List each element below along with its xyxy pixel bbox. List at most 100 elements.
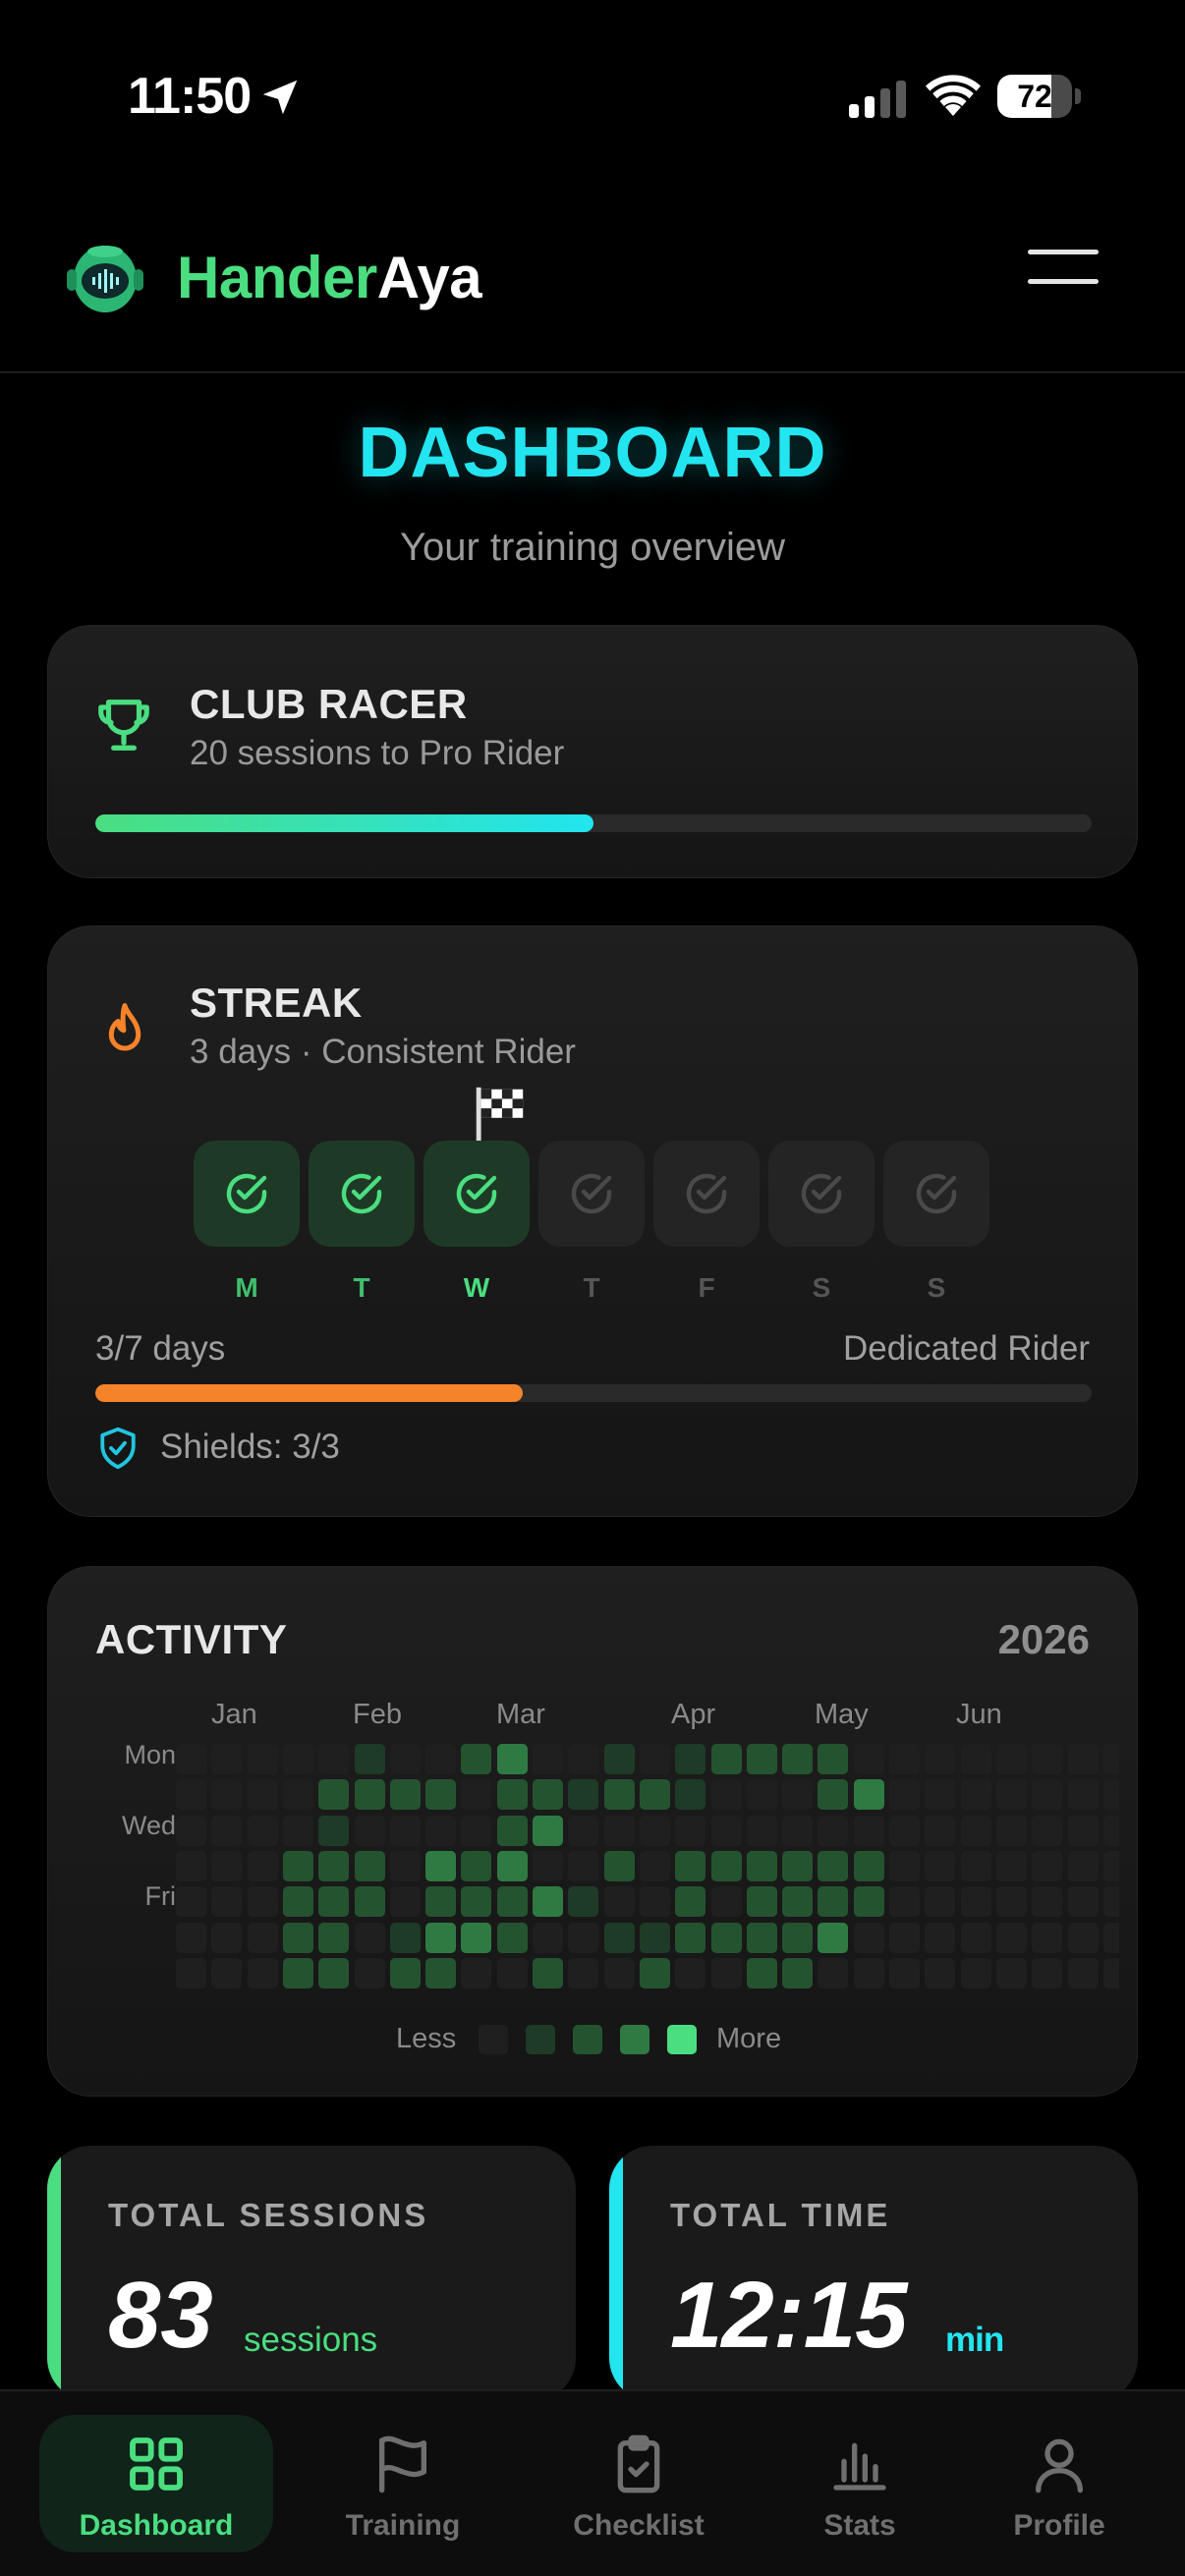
activity-year[interactable]: 2026 [998, 1616, 1090, 1663]
heatmap-cell [639, 1886, 670, 1918]
heatmap-cell [568, 1957, 599, 1988]
heatmap-cell [782, 1815, 814, 1846]
heatmap-cell [461, 1779, 492, 1811]
nav-item-stats[interactable]: Stats [762, 2415, 958, 2552]
heatmap-cell [282, 1957, 313, 1988]
weekday-label: Mon [124, 1740, 176, 1769]
heatmap-cell [533, 1886, 563, 1918]
streak-day-label: F [698, 1272, 715, 1303]
heatmap-cell [710, 1744, 742, 1774]
location-arrow-icon [262, 80, 298, 115]
heatmap-cell [568, 1886, 599, 1918]
heatmap-cell [282, 1922, 313, 1953]
heatmap-cell [247, 1744, 278, 1774]
rank-card[interactable]: CLUB RACER 20 sessions to Pro Rider [47, 625, 1138, 878]
heatmap-cell [710, 1815, 742, 1846]
heatmap-cell [1032, 1922, 1063, 1953]
heatmap-cell [533, 1815, 563, 1846]
heatmap-cell [889, 1779, 920, 1811]
heatmap-cell [889, 1886, 920, 1918]
wifi-icon [926, 75, 981, 116]
rank-subtitle: 20 sessions to Pro Rider [190, 734, 565, 772]
heatmap-cell [818, 1886, 849, 1918]
heatmap-cell [1102, 1922, 1119, 1953]
total-sessions-value: 83 [108, 2263, 213, 2368]
month-label: Apr [671, 1699, 716, 1730]
streak-progress-fill [95, 1384, 523, 1402]
heatmap-cell [568, 1779, 599, 1811]
nav-label: Training [345, 2509, 461, 2542]
streak-day-label: S [812, 1272, 831, 1303]
activity-card: ACTIVITY 2026 Jan Feb Mar Apr May Jun Mon Wed F… [47, 1566, 1138, 2097]
activity-title: ACTIVITY [95, 1616, 288, 1662]
heatmap-cell [389, 1744, 421, 1774]
heatmap-cell [1067, 1779, 1099, 1811]
heatmap-cell [675, 1815, 706, 1846]
heatmap-cell [1032, 1779, 1063, 1811]
heatmap-cell [1067, 1922, 1099, 1953]
heatmap-cell [960, 1815, 991, 1846]
total-time-card[interactable]: TOTAL TIME 12:15 min [609, 2146, 1138, 2401]
heatmap-cell [1067, 1850, 1099, 1881]
heatmap-cell [639, 1922, 670, 1953]
total-time-unit: min [945, 2321, 1004, 2359]
heatmap-cell [1102, 1957, 1119, 1988]
heatmap-cell [1102, 1850, 1119, 1881]
heatmap-cell [318, 1779, 350, 1811]
heatmap-cell [818, 1744, 849, 1774]
heatmap-cell [211, 1815, 243, 1846]
heatmap-cell [782, 1886, 814, 1918]
nav-item-profile[interactable]: Profile [961, 2415, 1157, 2552]
heatmap-cell [496, 1744, 528, 1774]
month-label: Mar [496, 1699, 545, 1730]
heatmap-cell [176, 1744, 206, 1774]
heatmap-cell [568, 1744, 599, 1774]
dashboard-icon [130, 2437, 183, 2491]
streak-day-label: W [463, 1272, 490, 1303]
heatmap-cell [389, 1850, 421, 1881]
heatmap-cell [318, 1850, 350, 1881]
heatmap-cell [746, 1779, 777, 1811]
heatmap-cell [995, 1922, 1027, 1953]
heatmap-cell [1067, 1744, 1099, 1774]
heatmap-cell [889, 1850, 920, 1881]
nav-item-dashboard[interactable]: Dashboard [39, 2415, 273, 2552]
heatmap-cell [675, 1922, 706, 1953]
clipboard-check-icon [617, 2435, 660, 2493]
battery-indicator: 72 [997, 75, 1081, 118]
total-sessions-card[interactable]: TOTAL SESSIONS 83 sessions [47, 2146, 576, 2401]
heatmap-cell [675, 1744, 706, 1774]
weekday-label: Wed [121, 1811, 176, 1840]
heatmap-cell [318, 1957, 350, 1988]
rank-title: CLUB RACER [190, 681, 468, 727]
brand-name-green: Hander [177, 245, 377, 310]
heatmap-cell [782, 1779, 814, 1811]
heatmap-cell [461, 1815, 492, 1846]
heatmap-cell [211, 1957, 243, 1988]
heatmap-cell [853, 1922, 884, 1953]
heatmap-cell [746, 1744, 777, 1774]
heatmap-cell [960, 1850, 991, 1881]
activity-heatmap [176, 1744, 1119, 1989]
heatmap-cell [425, 1850, 457, 1881]
month-label: Feb [353, 1699, 402, 1730]
heatmap-cell [533, 1779, 563, 1811]
helmet-logo-icon [67, 246, 143, 312]
hamburger-menu-button[interactable] [1028, 250, 1104, 305]
bar-chart-icon [833, 2442, 886, 2491]
nav-label: Stats [823, 2509, 896, 2542]
heatmap-cell [1067, 1886, 1099, 1918]
total-sessions-label: TOTAL SESSIONS [108, 2197, 429, 2233]
heatmap-cell [247, 1886, 278, 1918]
nav-item-training[interactable]: Training [305, 2415, 501, 2552]
heatmap-cell [282, 1779, 313, 1811]
heatmap-cell [461, 1922, 492, 1953]
heatmap-cell [318, 1922, 350, 1953]
streak-card[interactable]: STREAK 3 days · Consistent Rider M T W T F S S… [47, 925, 1138, 1517]
heatmap-cell [568, 1922, 599, 1953]
heatmap-cell [282, 1744, 313, 1774]
nav-item-checklist[interactable]: Checklist [540, 2415, 737, 2552]
heatmap-cell [1102, 1779, 1119, 1811]
total-time-value: 12:15 [670, 2263, 908, 2368]
heatmap-cell [496, 1922, 528, 1953]
